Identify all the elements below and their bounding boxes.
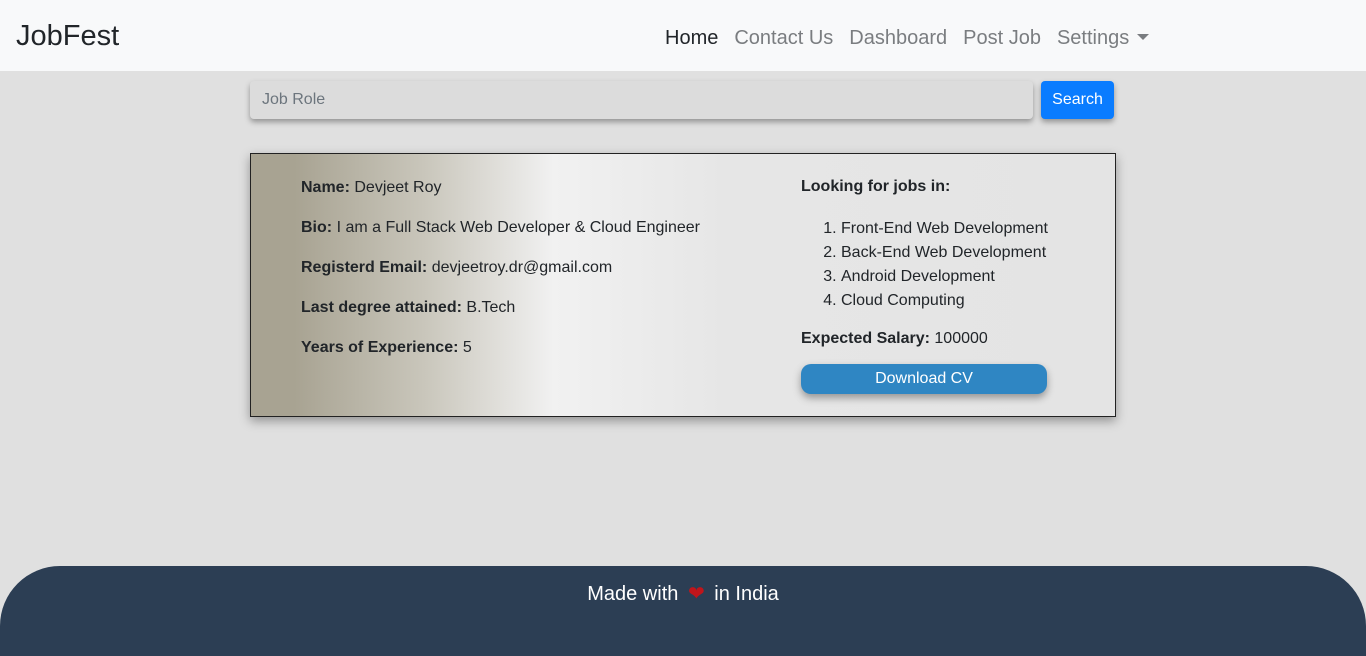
nav-dashboard[interactable]: Dashboard [841,24,955,52]
preferences-column: Looking for jobs in: Front-End Web Devel… [801,177,1101,394]
bio-row: Bio: I am a Full Stack Web Developer & C… [301,218,700,238]
nav-post-job[interactable]: Post Job [955,24,1049,52]
salary-label: Expected Salary: [801,330,930,347]
footer-text: Made with ❤ in India [0,582,1366,606]
experience-value: 5 [462,339,472,356]
degree-label: Last degree attained: [301,299,462,316]
nav-home[interactable]: Home [657,24,726,52]
nav-contact-us[interactable]: Contact Us [726,24,841,52]
bio-label: Bio: [301,219,333,236]
search-button[interactable]: Search [1041,81,1114,119]
top-navbar: JobFest Home Contact Us Dashboard Post J… [0,0,1366,71]
footer-text-after: in India [714,583,779,605]
brand-logo[interactable]: JobFest [16,18,119,54]
nav-settings-label: Settings [1056,27,1130,49]
salary-value: 100000 [934,330,988,347]
list-item: Back-End Web Development [841,241,1101,265]
email-row: Registerd Email: devjeetroy.dr@gmail.com [301,258,612,278]
bio-value: I am a Full Stack Web Developer & Cloud … [336,219,700,236]
email-value: devjeetroy.dr@gmail.com [431,259,613,276]
job-role-search-input[interactable] [250,81,1033,119]
footer-text-before: Made with [587,583,679,605]
footer: Made with ❤ in India [0,566,1366,656]
experience-label: Years of Experience: [301,339,459,356]
caret-down-icon [1137,34,1150,40]
experience-row: Years of Experience: 5 [301,338,472,358]
profile-card: Name: Devjeet Roy Bio: I am a Full Stack… [250,153,1116,417]
salary-row: Expected Salary: 100000 [801,329,1101,349]
download-cv-button[interactable]: Download CV [801,364,1047,394]
email-label: Registerd Email: [301,259,428,276]
name-row: Name: Devjeet Roy [301,178,442,198]
name-label: Name: [301,179,350,196]
list-item: Front-End Web Development [841,217,1101,241]
name-value: Devjeet Roy [354,179,442,196]
job-areas-list: Front-End Web Development Back-End Web D… [801,217,1101,313]
list-item: Cloud Computing [841,289,1101,313]
looking-for-jobs-heading: Looking for jobs in: [801,178,951,195]
heart-icon: ❤ [687,583,705,605]
degree-value: B.Tech [466,299,516,316]
nav-links: Home Contact Us Dashboard Post Job Setti… [657,24,1157,52]
nav-settings-dropdown[interactable]: Settings [1049,24,1157,52]
degree-row: Last degree attained: B.Tech [301,298,515,318]
list-item: Android Development [841,265,1101,289]
